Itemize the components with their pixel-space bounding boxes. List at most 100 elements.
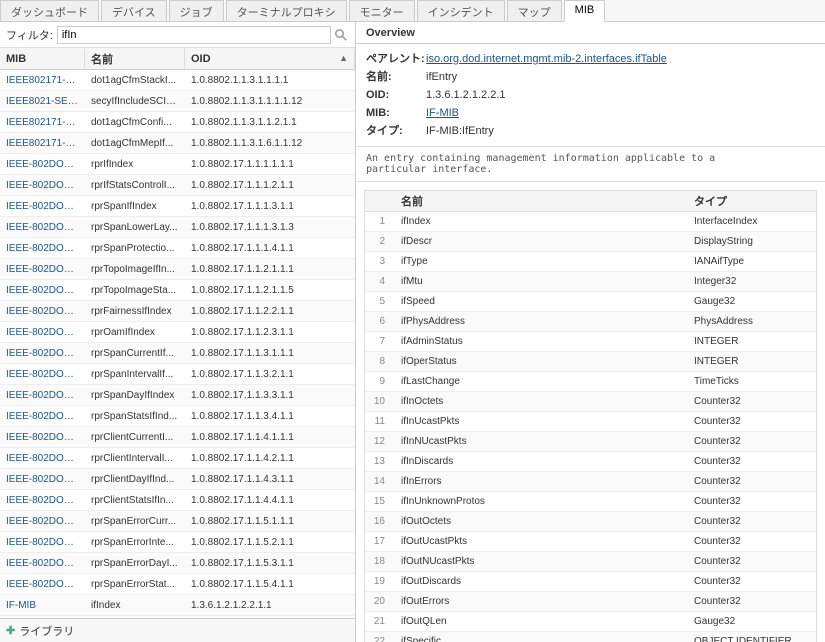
entry-row[interactable]: 4ifMtuInteger32 xyxy=(365,272,816,292)
tab-マップ[interactable]: マップ xyxy=(507,0,562,21)
entry-cell: ifPhysAddress xyxy=(393,313,686,330)
overview-tab[interactable]: Overview xyxy=(356,22,825,44)
mib-row[interactable]: IEEE-802DOT17-R...rprSpanDayIfIndex1.0.8… xyxy=(0,385,355,406)
entry-row[interactable]: 12ifInNUcastPktsCounter32 xyxy=(365,432,816,452)
entry-cell: ifOutOctets xyxy=(393,513,686,530)
mib-cell: 1.0.8802.17.1.1.3.3.1.1 xyxy=(185,388,355,403)
mib-row[interactable]: IEEE-802DOT17-R...rprClientStatsIfIn...1… xyxy=(0,490,355,511)
entry-row[interactable]: 19ifOutDiscardsCounter32 xyxy=(365,572,816,592)
tab-ダッシュボード[interactable]: ダッシュボード xyxy=(0,0,99,21)
mib-cell: IEEE802171-CFM... xyxy=(0,115,85,130)
entry-row[interactable]: 3ifTypeIANAifType xyxy=(365,252,816,272)
mib-cell: 1.0.8802.1.1.3.1.1.1.1 xyxy=(185,73,355,88)
mib-cell: IEEE-802DOT17-R... xyxy=(0,514,85,529)
filter-input[interactable] xyxy=(57,26,331,44)
mib-row[interactable]: IEEE-802DOT17-R...rprTopoImageIfIn...1.0… xyxy=(0,259,355,280)
tab-インシデント[interactable]: インシデント xyxy=(417,0,505,21)
parent-link[interactable]: iso.org.dod.internet.mgmt.mib-2.interfac… xyxy=(426,53,667,65)
entry-cell: Counter32 xyxy=(686,473,816,490)
entry-cell: 21 xyxy=(365,613,393,630)
entry-row[interactable]: 13ifInDiscardsCounter32 xyxy=(365,452,816,472)
mib-row[interactable]: IEEE-802DOT17-R...rprSpanLowerLay...1.0.… xyxy=(0,217,355,238)
entry-row[interactable]: 18ifOutNUcastPktsCounter32 xyxy=(365,552,816,572)
entry-header-type[interactable]: タイプ xyxy=(686,190,816,212)
mib-row[interactable]: IEEE-802DOT17-R...rprFairnessIfIndex1.0.… xyxy=(0,301,355,322)
entry-cell: Counter32 xyxy=(686,453,816,470)
mib-row[interactable]: IEEE-802DOT17-R...rprSpanIfIndex1.0.8802… xyxy=(0,196,355,217)
mib-row[interactable]: IEEE-802DOT17-R...rprSpanStatsIfInd...1.… xyxy=(0,406,355,427)
mib-header-name[interactable]: 名前 xyxy=(85,47,185,71)
tab-ターミナルプロキシ[interactable]: ターミナルプロキシ xyxy=(226,0,347,21)
mib-link[interactable]: IF-MIB xyxy=(426,107,459,119)
type-value: IF-MIB:IfEntry xyxy=(426,122,815,140)
search-icon[interactable] xyxy=(333,27,349,43)
entry-row[interactable]: 5ifSpeedGauge32 xyxy=(365,292,816,312)
mib-cell: rprSpanDayIfIndex xyxy=(85,388,185,403)
mib-cell: 1.0.8802.17.1.1.1.3.1.3 xyxy=(185,220,355,235)
mib-cell: IEEE-802DOT17-R... xyxy=(0,367,85,382)
entry-cell: ifLastChange xyxy=(393,373,686,390)
mib-row[interactable]: IEEE-802DOT17-R...rprSpanIntervalIf...1.… xyxy=(0,364,355,385)
entry-row[interactable]: 15ifInUnknownProtosCounter32 xyxy=(365,492,816,512)
mib-row[interactable]: IEEE-802DOT17-R...rprSpanProtectio...1.0… xyxy=(0,238,355,259)
mib-row[interactable]: IEEE-802DOT17-R...rprTopoImageSta...1.0.… xyxy=(0,280,355,301)
mib-cell: 1.0.8802.17.1.1.1.1.1.1 xyxy=(185,157,355,172)
mib-row[interactable]: IEEE-802DOT17-R...rprIfIndex1.0.8802.17.… xyxy=(0,154,355,175)
mib-row[interactable]: IEEE-802DOT17-R...rprSpanErrorStat...1.0… xyxy=(0,574,355,595)
mib-cell: IEEE-802DOT17-R... xyxy=(0,451,85,466)
mib-label: MIB: xyxy=(366,104,426,122)
tab-モニター[interactable]: モニター xyxy=(349,0,415,21)
mib-row[interactable]: IEEE802171-CFM...dot1agCfmMepIf...1.0.88… xyxy=(0,133,355,154)
mib-row[interactable]: IEEE-802DOT17-R...rprSpanCurrentIf...1.0… xyxy=(0,343,355,364)
mib-row[interactable]: IEEE-802DOT17-R...rprSpanErrorCurr...1.0… xyxy=(0,511,355,532)
mib-row[interactable]: IEEE802171-CFM...dot1agCfmConfi...1.0.88… xyxy=(0,112,355,133)
mib-row[interactable]: IEEE8021-SECY-...secyIfIncludeSCIE...1.0… xyxy=(0,91,355,112)
entry-row[interactable]: 11ifInUcastPktsCounter32 xyxy=(365,412,816,432)
mib-cell: IEEE8021-SECY-... xyxy=(0,94,85,109)
entry-row[interactable]: 6ifPhysAddressPhysAddress xyxy=(365,312,816,332)
entry-header-idx[interactable] xyxy=(365,198,393,204)
entry-row[interactable]: 2ifDescrDisplayString xyxy=(365,232,816,252)
entry-row[interactable]: 8ifOperStatusINTEGER xyxy=(365,352,816,372)
entry-row[interactable]: 21ifOutQLenGauge32 xyxy=(365,612,816,632)
entry-row[interactable]: 7ifAdminStatusINTEGER xyxy=(365,332,816,352)
mib-row[interactable]: IEEE802171-CFM...dot1agCfmStackI...1.0.8… xyxy=(0,70,355,91)
entry-row[interactable]: 9ifLastChangeTimeTicks xyxy=(365,372,816,392)
entry-cell: Counter32 xyxy=(686,413,816,430)
entry-cell: 10 xyxy=(365,393,393,410)
entry-cell: ifSpecific xyxy=(393,633,686,642)
entry-table-body[interactable]: 1ifIndexInterfaceIndex2ifDescrDisplayStr… xyxy=(364,212,817,642)
entry-header-name[interactable]: 名前 xyxy=(393,190,686,212)
library-button[interactable]: ✚ ライブラリ xyxy=(0,618,355,642)
entry-row[interactable]: 10ifInOctetsCounter32 xyxy=(365,392,816,412)
mib-cell: IEEE-802DOT17-R... xyxy=(0,409,85,424)
mib-row[interactable]: IF-MIBifIndex1.3.6.1.2.1.2.2.1.1 xyxy=(0,595,355,616)
mib-header-oid[interactable]: OID▲ xyxy=(185,49,355,69)
mib-row[interactable]: IEEE-802DOT17-R...rprIfStatsControlI...1… xyxy=(0,175,355,196)
entry-cell: ifOutNUcastPkts xyxy=(393,553,686,570)
mib-row[interactable]: IEEE-802DOT17-R...rprClientIntervalI...1… xyxy=(0,448,355,469)
tab-mib[interactable]: MIB xyxy=(564,0,606,22)
mib-row[interactable]: IEEE-802DOT17-R...rprClientDayIfInd...1.… xyxy=(0,469,355,490)
entry-cell: 2 xyxy=(365,233,393,250)
mib-header-mib[interactable]: MIB xyxy=(0,49,85,69)
mib-cell: IEEE-802DOT17-R... xyxy=(0,472,85,487)
mib-row[interactable]: IEEE-802DOT17-R...rprOamIfIndex1.0.8802.… xyxy=(0,322,355,343)
entry-row[interactable]: 16ifOutOctetsCounter32 xyxy=(365,512,816,532)
tab-ジョブ[interactable]: ジョブ xyxy=(169,0,224,21)
tab-デバイス[interactable]: デバイス xyxy=(101,0,167,21)
mib-row[interactable]: IEEE-802DOT17-R...rprClientCurrentI...1.… xyxy=(0,427,355,448)
mib-row[interactable]: IEEE-802DOT17-R...rprSpanErrorInte...1.0… xyxy=(0,532,355,553)
entry-row[interactable]: 20ifOutErrorsCounter32 xyxy=(365,592,816,612)
entry-row[interactable]: 1ifIndexInterfaceIndex xyxy=(365,212,816,232)
mib-cell: IEEE-802DOT17-R... xyxy=(0,304,85,319)
main-tabs: ダッシュボードデバイスジョブターミナルプロキシモニターインシデントマップMIB xyxy=(0,0,825,22)
entry-row[interactable]: 17ifOutUcastPktsCounter32 xyxy=(365,532,816,552)
mib-cell: 1.0.8802.17.1.1.1.3.1.1 xyxy=(185,199,355,214)
mib-row[interactable]: IEEE-802DOT17-R...rprSpanErrorDayI...1.0… xyxy=(0,553,355,574)
entry-row[interactable]: 14ifInErrorsCounter32 xyxy=(365,472,816,492)
mib-cell: IEEE-802DOT17-R... xyxy=(0,262,85,277)
mib-table-body[interactable]: IEEE802171-CFM...dot1agCfmStackI...1.0.8… xyxy=(0,70,355,618)
entry-row[interactable]: 22ifSpecificOBJECT IDENTIFIER xyxy=(365,632,816,642)
right-panel: Overview ペアレント: iso.org.dod.internet.mgm… xyxy=(356,22,825,642)
